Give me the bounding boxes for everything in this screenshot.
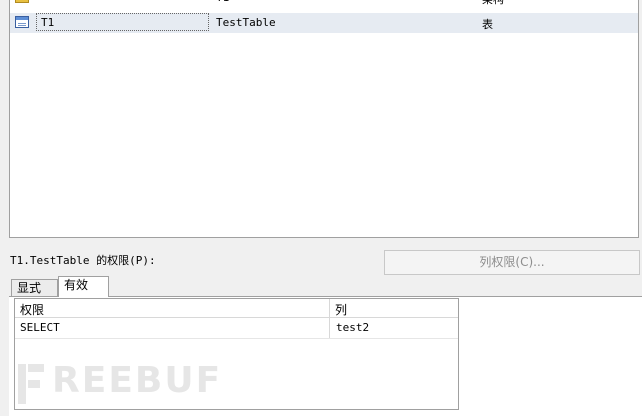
securables-list[interactable]: T1 架构 T1 TestTable 表 <box>9 0 639 238</box>
column-header-column[interactable]: 列 <box>335 301 347 318</box>
securable-type: 架构 <box>482 0 504 7</box>
securable-name: TestTable <box>216 16 276 29</box>
schema-icon <box>15 0 29 3</box>
securable-type: 表 <box>482 18 493 31</box>
tab-effective[interactable]: 有效 <box>58 276 109 297</box>
permission-cell: SELECT <box>20 321 60 334</box>
grid-header: 权限 列 <box>15 299 458 318</box>
freebuf-logo-icon <box>18 364 44 404</box>
securable-row-selected[interactable]: T1 TestTable 表 <box>10 13 638 33</box>
securable-row[interactable]: T1 架构 <box>10 0 638 8</box>
securable-schema: T1 <box>41 16 55 29</box>
permissions-label: T1.TestTable 的权限(P): <box>10 254 156 267</box>
watermark-text: REEBUF <box>52 360 223 401</box>
table-icon <box>15 16 29 28</box>
column-header-permission[interactable]: 权限 <box>20 301 44 318</box>
tab-explicit[interactable]: 显式 <box>11 279 58 296</box>
focus-rectangle <box>36 13 209 31</box>
freebuf-watermark: REEBUF <box>16 360 220 408</box>
column-permissions-button[interactable]: 列权限(C)... <box>384 250 640 275</box>
securable-name: T1 <box>216 0 229 4</box>
column-cell: test2 <box>336 321 370 334</box>
table-row[interactable]: SELECT test2 <box>15 318 458 339</box>
